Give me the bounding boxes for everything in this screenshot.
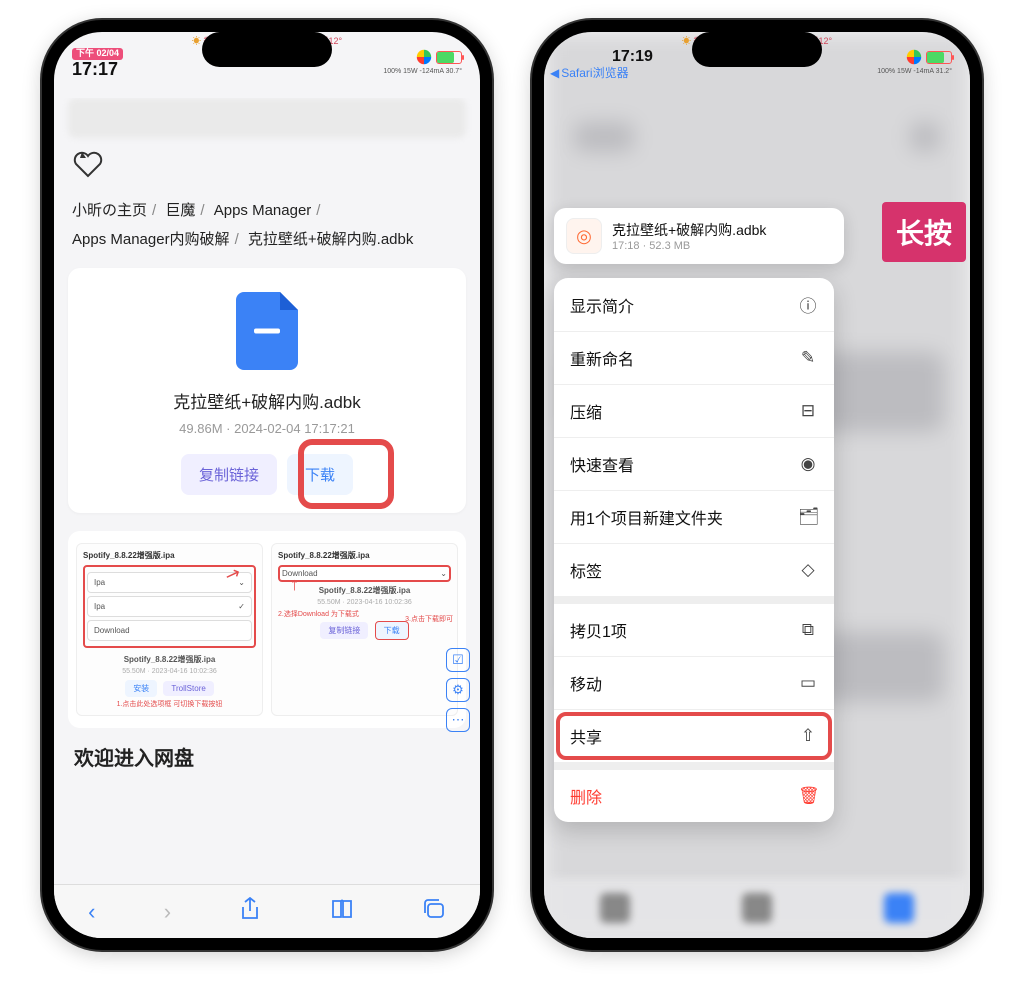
file-name: 克拉壁纸+破解内购.adbk	[80, 388, 454, 413]
file-meta: 49.86M · 2024-02-04 17:17:21	[80, 421, 454, 436]
annotation-long-press: 长按	[882, 202, 966, 262]
file-card: 克拉壁纸+破解内购.adbk 49.86M · 2024-02-04 17:17…	[68, 268, 466, 513]
app-file-icon: ◎	[566, 218, 602, 254]
back-to-safari[interactable]: ◀ Safari浏览器	[550, 64, 629, 81]
file-chip-meta: 17:18 · 52.3 MB	[612, 240, 832, 252]
menu-tags[interactable]: 标签◇	[554, 544, 834, 597]
power-info: 100% 15W -124mA 30.7°	[383, 68, 462, 75]
crumb-item[interactable]: 巨魔	[165, 202, 195, 219]
power-info: 100% 15W -14mA 31.2°	[877, 68, 952, 75]
check-icon[interactable]: ☑	[446, 648, 470, 672]
url-bar-blurred	[68, 98, 466, 138]
breadcrumb[interactable]: 小昕の主页/ 巨魔/ Apps Manager/ Apps Manager内购破…	[68, 197, 466, 268]
share-icon: ⇧	[798, 726, 818, 746]
menu-info[interactable]: 显示简介ⓘ	[554, 278, 834, 332]
phone-mockup-left: ☀ 秀屿区 阵雨15°最高温17最低温12° 下午 02/04 17:17 10…	[42, 20, 492, 950]
site-logo-icon	[72, 148, 466, 185]
screen-right: ☀ 秀屿区 阵雨15°最高温17最低温12° ◀ Safari浏览器 17:19…	[544, 32, 970, 938]
tutorial-card: Spotify_8.8.22增强版.ipa Ipa⌄ Ipa✓ Download…	[68, 531, 466, 728]
download-button[interactable]: 下载	[287, 454, 353, 495]
pinwheel-icon	[905, 48, 923, 66]
folder-plus-icon: 🗂	[798, 507, 818, 527]
menu-copy[interactable]: 拷贝1项⧉	[554, 597, 834, 657]
back-icon[interactable]: ‹	[88, 899, 95, 925]
crumb-item[interactable]: 小昕の主页	[72, 202, 147, 219]
menu-compress[interactable]: 压缩⊟	[554, 385, 834, 438]
eye-icon: ◉	[798, 454, 818, 474]
pencil-icon: ✎	[798, 348, 818, 368]
clock: 17:19	[612, 48, 653, 66]
file-chip[interactable]: ◎ 克拉壁纸+破解内购.adbk 17:18 · 52.3 MB	[554, 208, 844, 264]
gear-icon[interactable]: ⚙	[446, 678, 470, 702]
tabs-icon[interactable]	[422, 898, 446, 926]
tutorial-right: Spotify_8.8.22增强版.ipa Download⌄ ↑ 3.点击下载…	[271, 543, 458, 716]
menu-quicklook[interactable]: 快速查看◉	[554, 438, 834, 491]
menu-move[interactable]: 移动▭	[554, 657, 834, 710]
file-chip-name: 克拉壁纸+破解内购.adbk	[612, 220, 832, 240]
menu-new-folder[interactable]: 用1个项目新建文件夹🗂	[554, 491, 834, 544]
archive-icon: ⊟	[798, 401, 818, 421]
screen-left: ☀ 秀屿区 阵雨15°最高温17最低温12° 下午 02/04 17:17 10…	[54, 32, 480, 938]
safari-toolbar: ‹ ›	[54, 884, 480, 938]
trash-icon: 🗑	[798, 786, 818, 806]
crumb-item[interactable]: 克拉壁纸+破解内购.adbk	[248, 231, 413, 248]
battery-icon	[926, 51, 952, 64]
info-icon: ⓘ	[798, 292, 818, 317]
battery-icon	[436, 51, 462, 64]
forward-icon: ›	[164, 899, 171, 925]
copy-link-button[interactable]: 复制链接	[181, 454, 277, 495]
phone-mockup-right: ☀ 秀屿区 阵雨15°最高温17最低温12° ◀ Safari浏览器 17:19…	[532, 20, 982, 950]
bookmarks-icon[interactable]	[330, 898, 354, 926]
menu-rename[interactable]: 重新命名✎	[554, 332, 834, 385]
menu-delete[interactable]: 删除🗑	[554, 763, 834, 822]
dynamic-island	[202, 32, 332, 67]
tag-icon: ◇	[798, 560, 818, 580]
pinwheel-icon	[415, 48, 433, 66]
crumb-item[interactable]: Apps Manager内购破解	[72, 231, 230, 248]
files-tabbar-blurred	[544, 878, 970, 938]
tutorial-left: Spotify_8.8.22增强版.ipa Ipa⌄ Ipa✓ Download…	[76, 543, 263, 716]
context-menu: 显示简介ⓘ 重新命名✎ 压缩⊟ 快速查看◉ 用1个项目新建文件夹🗂 标签◇	[554, 278, 834, 822]
menu-share[interactable]: 共享⇧	[554, 710, 834, 763]
more-icon[interactable]: ⋯	[446, 708, 470, 732]
folder-icon: ▭	[798, 673, 818, 693]
file-icon	[236, 292, 298, 370]
section-heading: 欢迎进入网盘	[68, 728, 466, 771]
clock: 17:17	[72, 60, 118, 80]
floating-actions[interactable]: ☑ ⚙ ⋯	[446, 648, 470, 732]
dynamic-island	[692, 32, 822, 67]
share-icon[interactable]	[239, 897, 261, 927]
crumb-item[interactable]: Apps Manager	[214, 202, 312, 219]
copy-icon: ⧉	[798, 620, 818, 640]
